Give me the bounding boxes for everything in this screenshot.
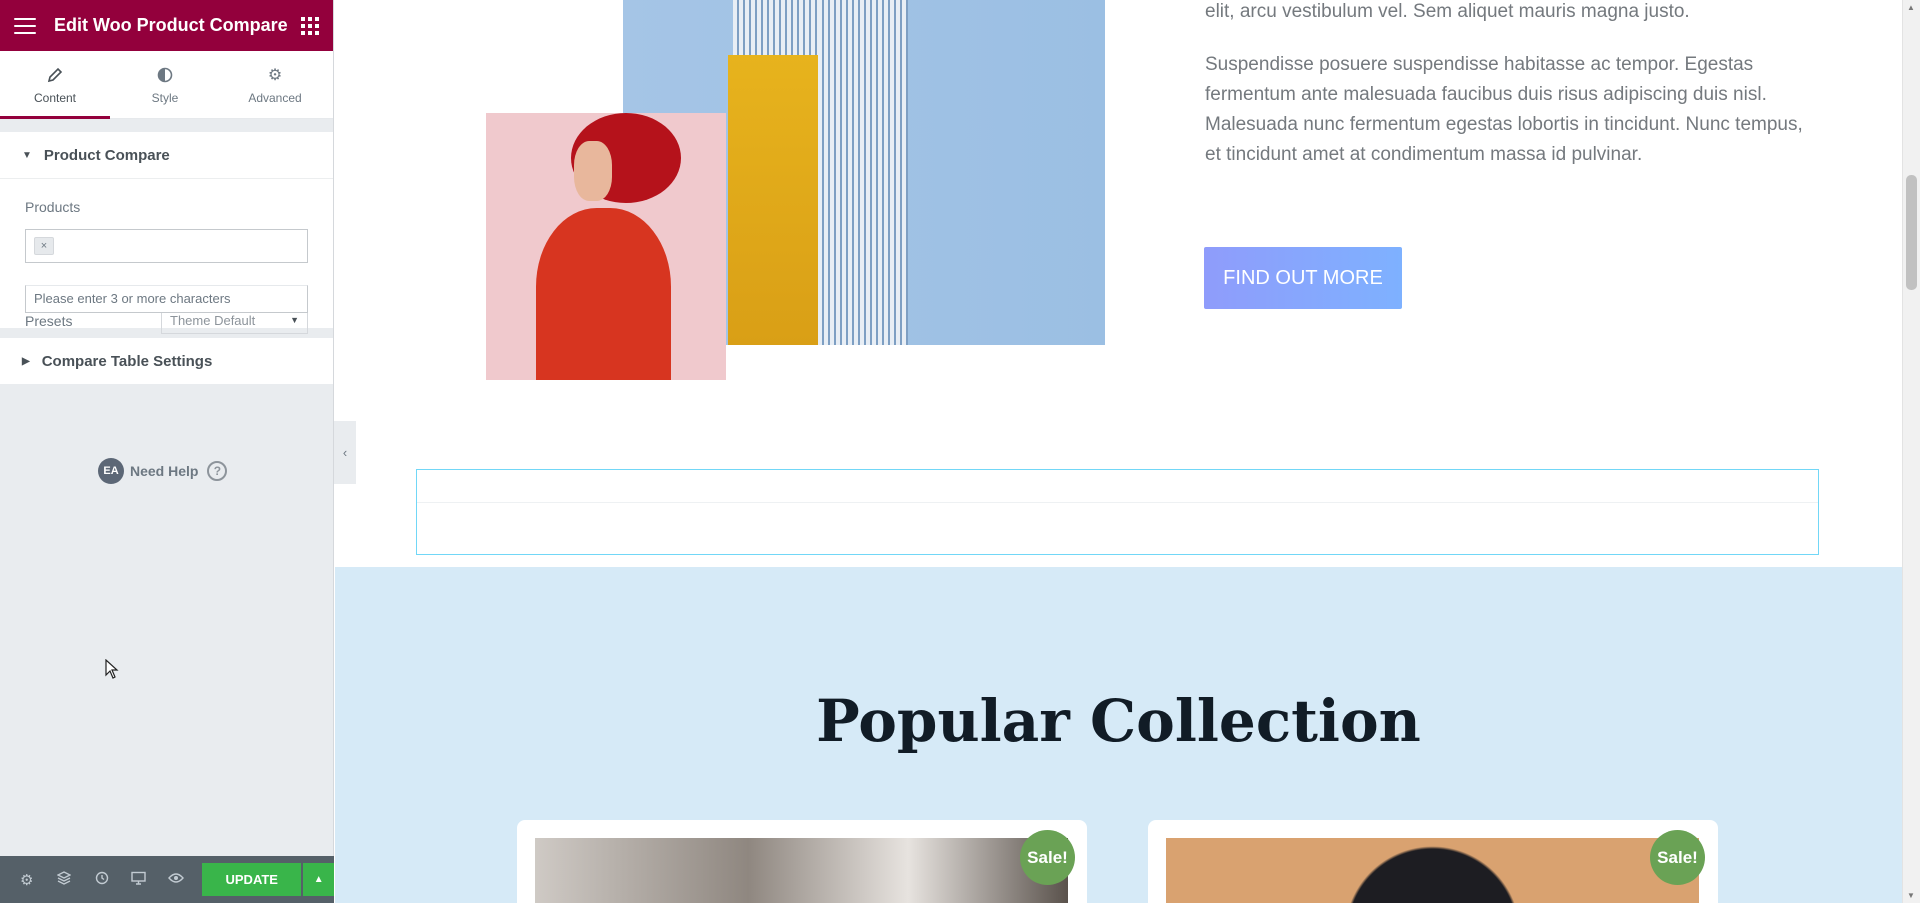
presets-value: Theme Default — [170, 312, 256, 328]
find-out-more-button[interactable]: FIND OUT MORE — [1204, 247, 1402, 309]
section-product-compare[interactable]: ▼ Product Compare — [0, 132, 333, 178]
settings-gear-icon[interactable]: ⚙ — [8, 871, 45, 889]
scroll-up-icon[interactable]: ▲ — [1907, 3, 1915, 12]
section-product-compare-label: Product Compare — [43, 146, 170, 164]
scroll-down-icon[interactable]: ▼ — [1907, 891, 1915, 900]
tab-content[interactable]: Content — [0, 51, 110, 119]
collapse-panel-button[interactable]: ‹ — [334, 421, 356, 484]
update-button[interactable]: UPDATE — [202, 863, 302, 896]
scroll-thumb[interactable] — [1906, 175, 1917, 290]
tab-style-label: Style — [151, 90, 179, 105]
page-scrollbar[interactable]: ▲ ▼ — [1902, 0, 1920, 903]
half-circle-icon — [157, 65, 173, 85]
panel-tabs: Content Style ⚙ Advanced — [0, 51, 333, 119]
hamburger-menu-icon[interactable] — [14, 17, 36, 34]
preview-eye-icon[interactable] — [158, 871, 195, 888]
need-help-label: Need Help — [130, 463, 199, 479]
section-title: Popular Collection — [816, 687, 1421, 755]
product-image[interactable] — [1166, 838, 1699, 903]
question-icon: ? — [207, 461, 228, 481]
tab-style[interactable]: Style — [110, 51, 220, 118]
panel-header: Edit Woo Product Compare — [0, 0, 333, 51]
panel-footer: ⚙ UPDATE ▲ — [0, 856, 334, 903]
paragraph-2: Suspendisse posuere suspendisse habitass… — [1205, 54, 1803, 165]
mouse-cursor-icon — [105, 658, 119, 684]
responsive-desktop-icon[interactable] — [120, 871, 157, 889]
product-card[interactable] — [1148, 820, 1718, 903]
product-compare-widget[interactable] — [416, 469, 1819, 555]
caret-down-icon: ▼ — [22, 149, 32, 161]
product-image[interactable] — [535, 838, 1068, 903]
about-text: elit, arcu vestibulum vel. Sem aliquet m… — [1205, 0, 1815, 193]
tab-advanced-label: Advanced — [248, 90, 302, 105]
need-help-link[interactable]: EA Need Help ? — [98, 458, 228, 484]
gear-icon: ⚙ — [267, 66, 283, 84]
chevron-left-icon: ‹ — [342, 445, 348, 460]
product-card[interactable] — [517, 820, 1087, 903]
sale-badge: Sale! — [1650, 830, 1705, 885]
sale-badge: Sale! — [1020, 830, 1075, 885]
elementor-panel: Edit Woo Product Compare Content Style ⚙… — [0, 0, 334, 903]
products-label: Products — [25, 199, 81, 215]
product-compare-controls: Products × Please enter 3 or more charac… — [0, 178, 333, 334]
fashion-photo-red-hat — [486, 113, 726, 380]
chevron-down-icon: ▼ — [290, 315, 299, 325]
layers-icon[interactable] — [45, 870, 82, 889]
ea-logo-icon: EA — [98, 458, 124, 484]
tab-advanced[interactable]: ⚙ Advanced — [220, 51, 330, 118]
chip-remove-icon[interactable]: × — [34, 237, 54, 255]
section-compare-table-settings[interactable]: ▶ Compare Table Settings — [0, 338, 333, 384]
page-canvas: elit, arcu vestibulum vel. Sem aliquet m… — [335, 0, 1902, 903]
pencil-icon — [47, 65, 63, 85]
products-dropdown-hint: Please enter 3 or more characters — [25, 285, 308, 313]
section-compare-table-label: Compare Table Settings — [41, 352, 213, 370]
caret-up-icon[interactable]: ▲ — [303, 863, 334, 896]
paragraph-1: elit, arcu vestibulum vel. Sem aliquet m… — [1205, 1, 1690, 22]
caret-right-icon: ▶ — [22, 355, 30, 367]
products-select[interactable]: × — [25, 229, 308, 263]
history-icon[interactable] — [83, 871, 120, 889]
widgets-grid-icon[interactable] — [301, 16, 319, 35]
panel-title: Edit Woo Product Compare — [54, 15, 288, 35]
presets-label: Presets — [25, 312, 73, 329]
tab-content-label: Content — [33, 90, 77, 105]
